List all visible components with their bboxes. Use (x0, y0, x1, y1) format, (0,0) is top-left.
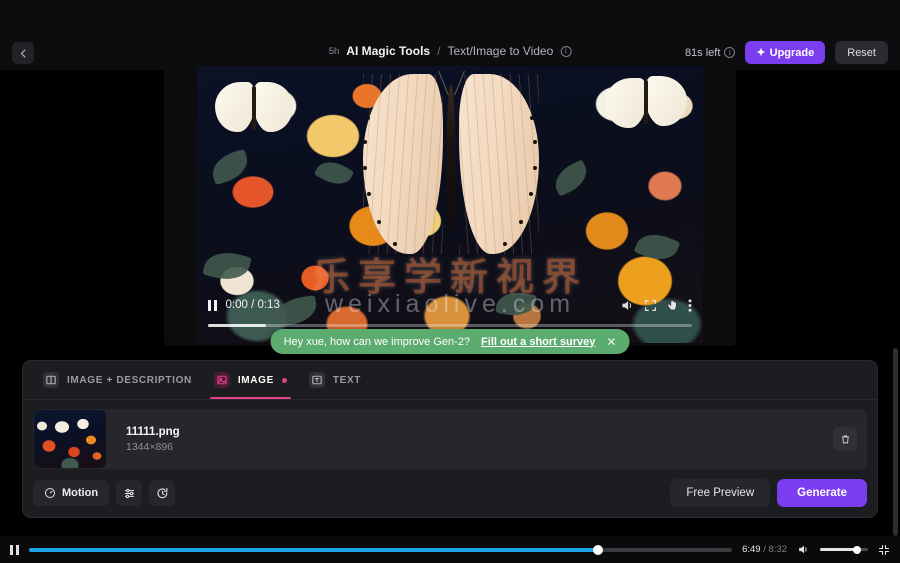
player-progress-bar[interactable] (28, 544, 733, 555)
video-time-display: 0:00 / 0:13 (225, 299, 280, 311)
survey-message: Hey xue, how can we improve Gen-2? (283, 335, 471, 348)
settings-button[interactable] (116, 480, 143, 506)
back-button[interactable] (12, 42, 34, 64)
butterfly-center (363, 70, 539, 264)
butterfly-body (446, 84, 456, 234)
video-progress-bar[interactable] (208, 324, 692, 327)
volume-slider-fill (820, 548, 858, 551)
sparkle-icon: ✦ (756, 47, 766, 59)
survey-toast: Hey xue, how can we improve Gen-2? Fill … (270, 329, 630, 354)
more-vertical-icon[interactable] (688, 298, 692, 313)
breadcrumb-subtitle: Text/Image to Video (447, 44, 554, 58)
butterfly-left (215, 78, 293, 140)
player-progress-knob[interactable] (593, 544, 604, 555)
fullscreen-exit-icon[interactable] (878, 544, 890, 556)
motion-button[interactable]: Motion (33, 480, 110, 506)
uploaded-image-thumbnail[interactable] (34, 410, 106, 468)
generate-button[interactable]: Generate (777, 479, 867, 507)
file-dimensions: 1344×896 (126, 440, 174, 453)
page-scrollbar[interactable] (893, 348, 898, 536)
player-progress-fill (28, 547, 599, 552)
tab-label: TEXT (332, 374, 362, 386)
file-name: 11111.png (126, 425, 180, 438)
upgrade-label: Upgrade (769, 46, 815, 59)
tab-status-dot (281, 377, 287, 383)
video-pause-button[interactable] (208, 299, 217, 311)
header-actions: 81s left i ✦ Upgrade Reset (685, 41, 888, 64)
time-left-label: 81s left (684, 46, 721, 59)
motion-label: Motion (62, 487, 99, 499)
timer-icon (157, 487, 167, 498)
file-meta: 11111.png 1344×896 (126, 426, 180, 453)
trash-icon (841, 435, 849, 443)
butterfly-wing-left (363, 74, 443, 254)
close-icon[interactable]: ✕ (606, 336, 616, 348)
hand-cursor-icon[interactable] (666, 298, 679, 312)
reset-button[interactable]: Reset (835, 41, 888, 64)
screen-recording-player-bar: 6:49 / 8:32 (0, 536, 900, 563)
player-duration: 8:32 (768, 544, 788, 555)
player-separator: / (763, 544, 766, 555)
image-icon (213, 372, 230, 388)
panel-actions: Motion Free Preview Generate (23, 469, 877, 507)
volume-icon[interactable] (797, 543, 810, 556)
breadcrumb: 5h AI Magic Tools / Text/Image to Video … (329, 44, 572, 58)
video-stage: 乐享学新视界 weixiaolive.com 0:00 / 0:13 Hey x… (164, 63, 736, 354)
uploaded-file-row[interactable]: 11111.png 1344×896 (33, 409, 867, 469)
info-icon[interactable]: i (560, 45, 572, 57)
input-mode-tabs: IMAGE + DESCRIPTION IMAGE TEXT (23, 361, 877, 400)
free-preview-button[interactable]: Free Preview (670, 479, 771, 507)
player-pause-button[interactable] (10, 544, 19, 555)
butterfly-right (605, 74, 687, 136)
video-controls: 0:00 / 0:13 (197, 293, 703, 317)
sliders-icon (124, 488, 134, 498)
input-panel: IMAGE + DESCRIPTION IMAGE TEXT 11111.png… (22, 360, 878, 518)
video-player[interactable]: 乐享学新视界 weixiaolive.com 0:00 / 0:13 (197, 66, 703, 343)
columns-icon (43, 372, 59, 388)
survey-link[interactable]: Fill out a short survey (481, 336, 595, 348)
butterfly-wing-right (459, 74, 539, 254)
player-current-time: 6:49 (742, 544, 761, 555)
timer-button[interactable] (149, 480, 176, 506)
delete-file-button[interactable] (833, 427, 857, 451)
time-left-indicator: 81s left i (684, 46, 736, 59)
video-progress-fill (208, 324, 267, 327)
fullscreen-icon[interactable] (644, 299, 657, 312)
tab-label: IMAGE (237, 374, 274, 386)
text-icon (308, 372, 325, 388)
app-root: 5h AI Magic Tools / Text/Image to Video … (0, 0, 900, 563)
tab-image-plus-description[interactable]: IMAGE + DESCRIPTION (33, 361, 202, 399)
info-icon[interactable]: i (724, 47, 736, 58)
upgrade-button[interactable]: ✦ Upgrade (745, 41, 826, 64)
tab-text[interactable]: TEXT (299, 361, 371, 399)
top-header: 5h AI Magic Tools / Text/Image to Video … (0, 0, 900, 70)
session-badge: 5h (328, 45, 340, 57)
gauge-icon (45, 488, 55, 498)
page-title[interactable]: AI Magic Tools (346, 44, 430, 58)
tab-image[interactable]: IMAGE (204, 361, 297, 399)
player-time-display: 6:49 / 8:32 (742, 544, 787, 555)
breadcrumb-separator: / (437, 44, 441, 58)
volume-icon[interactable] (620, 298, 635, 313)
volume-slider[interactable] (820, 545, 868, 554)
volume-slider-knob[interactable] (853, 545, 862, 554)
tab-label: IMAGE + DESCRIPTION (67, 374, 192, 386)
arrow-left-icon (20, 49, 25, 57)
